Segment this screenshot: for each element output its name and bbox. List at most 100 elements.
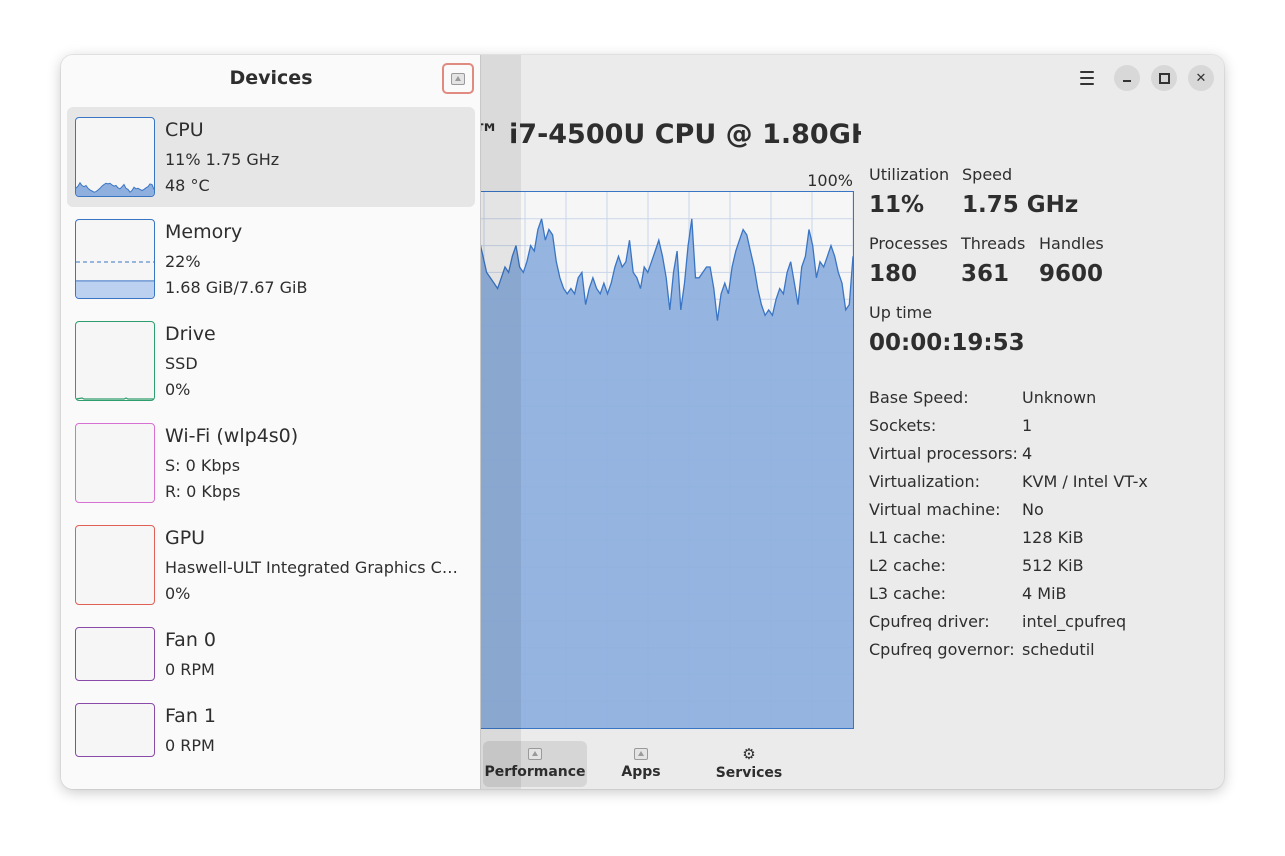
detail-value: No	[1022, 499, 1044, 519]
device-detail: 0 RPM	[165, 736, 215, 755]
detail-row: Cpufreq driver: intel_cpufreq	[869, 607, 1148, 635]
devices-sidebar: Devices CPU 11% 1.75 GHz 48 °C Memory 22…	[61, 55, 481, 789]
close-icon[interactable]	[1188, 65, 1214, 91]
detail-row: L3 cache: 4 MiB	[869, 579, 1148, 607]
broken-image-icon	[451, 72, 465, 85]
stat-speed: Speed 1.75 GHz	[962, 165, 1078, 218]
detail-key: Cpufreq driver:	[869, 611, 990, 631]
device-detail: 0 RPM	[165, 660, 215, 679]
device-detail: 0%	[165, 380, 191, 399]
hamburger-menu-icon[interactable]	[1073, 64, 1101, 92]
stat-utilization-label: Utilization	[869, 165, 950, 184]
stat-handles: Handles 9600	[1039, 234, 1104, 287]
gpu-thumbnail-graph	[75, 525, 155, 605]
detail-key: L3 cache:	[869, 583, 946, 603]
drive-thumbnail-graph	[75, 321, 155, 401]
fan-0-thumbnail	[75, 627, 155, 681]
device-detail: 0%	[165, 584, 191, 603]
device-name: Wi-Fi (wlp4s0)	[165, 425, 299, 447]
drive-activity-line	[76, 397, 154, 400]
device-detail: 22%	[165, 252, 201, 271]
detail-value: 1	[1022, 415, 1033, 435]
gear-icon: ⚙	[742, 745, 756, 763]
cpu-details-table: Base Speed: Unknown Sockets: 1 Virtual pro…	[869, 383, 1148, 663]
detail-value: 128 KiB	[1022, 527, 1084, 547]
stat-threads-label: Threads	[961, 234, 1026, 253]
cpu-thumbnail-area	[76, 182, 154, 196]
stat-uptime-label: Up time	[869, 303, 933, 322]
stat-processes-label: Processes	[869, 234, 948, 253]
device-detail: SSD	[165, 354, 198, 373]
device-name: Fan 1	[165, 705, 216, 727]
detail-value: 4	[1022, 443, 1033, 463]
sidebar-overlay-shade	[481, 55, 521, 789]
device-detail: 48 °C	[165, 176, 210, 195]
detail-row: Virtualization: KVM / Intel VT-x	[869, 467, 1148, 495]
broken-image-icon	[528, 748, 542, 760]
device-name: Memory	[165, 221, 243, 243]
stat-threads: Threads 361	[961, 234, 1025, 287]
detail-row: L1 cache: 128 KiB	[869, 523, 1148, 551]
stat-speed-label: Speed	[962, 165, 1013, 184]
tab-services[interactable]: ⚙ Services	[699, 741, 799, 787]
device-item-gpu[interactable]: GPU Haswell-ULT Integrated Graphics Co..…	[67, 515, 475, 615]
sidebar-action-button[interactable]	[442, 63, 474, 94]
detail-row: Virtual processors: 4	[869, 439, 1148, 467]
stat-handles-value: 9600	[1039, 261, 1104, 287]
sidebar-title: Devices	[229, 67, 313, 89]
detail-key: Virtualization:	[869, 471, 980, 491]
device-item-cpu[interactable]: CPU 11% 1.75 GHz 48 °C	[67, 107, 475, 207]
device-name: GPU	[165, 527, 206, 549]
memory-thumbnail-graph	[75, 219, 155, 299]
detail-row: Virtual machine: No	[869, 495, 1148, 523]
detail-key: Cpufreq governor:	[869, 639, 1015, 659]
detail-value: Unknown	[1022, 387, 1097, 407]
detail-value: 512 KiB	[1022, 555, 1084, 575]
device-detail: 11% 1.75 GHz	[165, 150, 280, 169]
fan-1-thumbnail	[75, 703, 155, 757]
drive-thumbnail-svg	[76, 397, 154, 400]
detail-key: Virtual processors:	[869, 443, 1018, 463]
wifi-thumbnail-graph	[75, 423, 155, 503]
detail-value: 4 MiB	[1022, 583, 1067, 603]
system-monitor-window: re™ i7-4500U CPU @ 1.80GHz 100% Utilizat…	[61, 55, 1224, 789]
detail-key: Sockets:	[869, 415, 937, 435]
stat-handles-label: Handles	[1039, 234, 1104, 253]
device-detail: R: 0 Kbps	[165, 482, 241, 501]
stat-processes: Processes 180	[869, 234, 948, 287]
stat-utilization: Utilization 11%	[869, 165, 949, 218]
detail-key: Base Speed:	[869, 387, 969, 407]
stat-processes-value: 180	[869, 261, 918, 287]
detail-value: schedutil	[1022, 639, 1095, 659]
device-detail: Haswell-ULT Integrated Graphics Co...	[165, 558, 465, 577]
tab-apps[interactable]: Apps	[591, 741, 691, 787]
detail-value: intel_cpufreq	[1022, 611, 1127, 631]
minimize-icon[interactable]	[1114, 65, 1140, 91]
device-name: CPU	[165, 119, 204, 141]
device-item-fan-1[interactable]: Fan 1 0 RPM	[67, 693, 475, 769]
tab-services-label: Services	[715, 765, 783, 781]
detail-key: L2 cache:	[869, 555, 946, 575]
cpu-thumbnail-graph	[75, 117, 155, 197]
device-name: Fan 0	[165, 629, 216, 651]
detail-row: L2 cache: 512 KiB	[869, 551, 1148, 579]
device-item-wifi[interactable]: Wi-Fi (wlp4s0) S: 0 Kbps R: 0 Kbps	[67, 413, 475, 513]
cpu-thumbnail-svg	[76, 181, 154, 196]
detail-row: Sockets: 1	[869, 411, 1148, 439]
device-name: Drive	[165, 323, 216, 345]
device-item-drive[interactable]: Drive SSD 0%	[67, 311, 475, 411]
stat-uptime: Up time 00:00:19:53	[869, 303, 1025, 356]
stat-utilization-value: 11%	[869, 192, 925, 218]
stat-uptime-value: 00:00:19:53	[869, 330, 1025, 356]
detail-row: Base Speed: Unknown	[869, 383, 1148, 411]
device-detail: 1.68 GiB/7.67 GiB	[165, 278, 308, 297]
detail-key: L1 cache:	[869, 527, 946, 547]
broken-image-icon	[634, 748, 648, 760]
stat-speed-value: 1.75 GHz	[962, 192, 1079, 218]
stat-threads-value: 361	[961, 261, 1010, 287]
maximize-icon[interactable]	[1151, 65, 1177, 91]
memory-usage-fill	[76, 280, 154, 298]
device-item-fan-0[interactable]: Fan 0 0 RPM	[67, 617, 475, 693]
device-item-memory[interactable]: Memory 22% 1.68 GiB/7.67 GiB	[67, 209, 475, 309]
tab-apps-label: Apps	[621, 764, 661, 780]
